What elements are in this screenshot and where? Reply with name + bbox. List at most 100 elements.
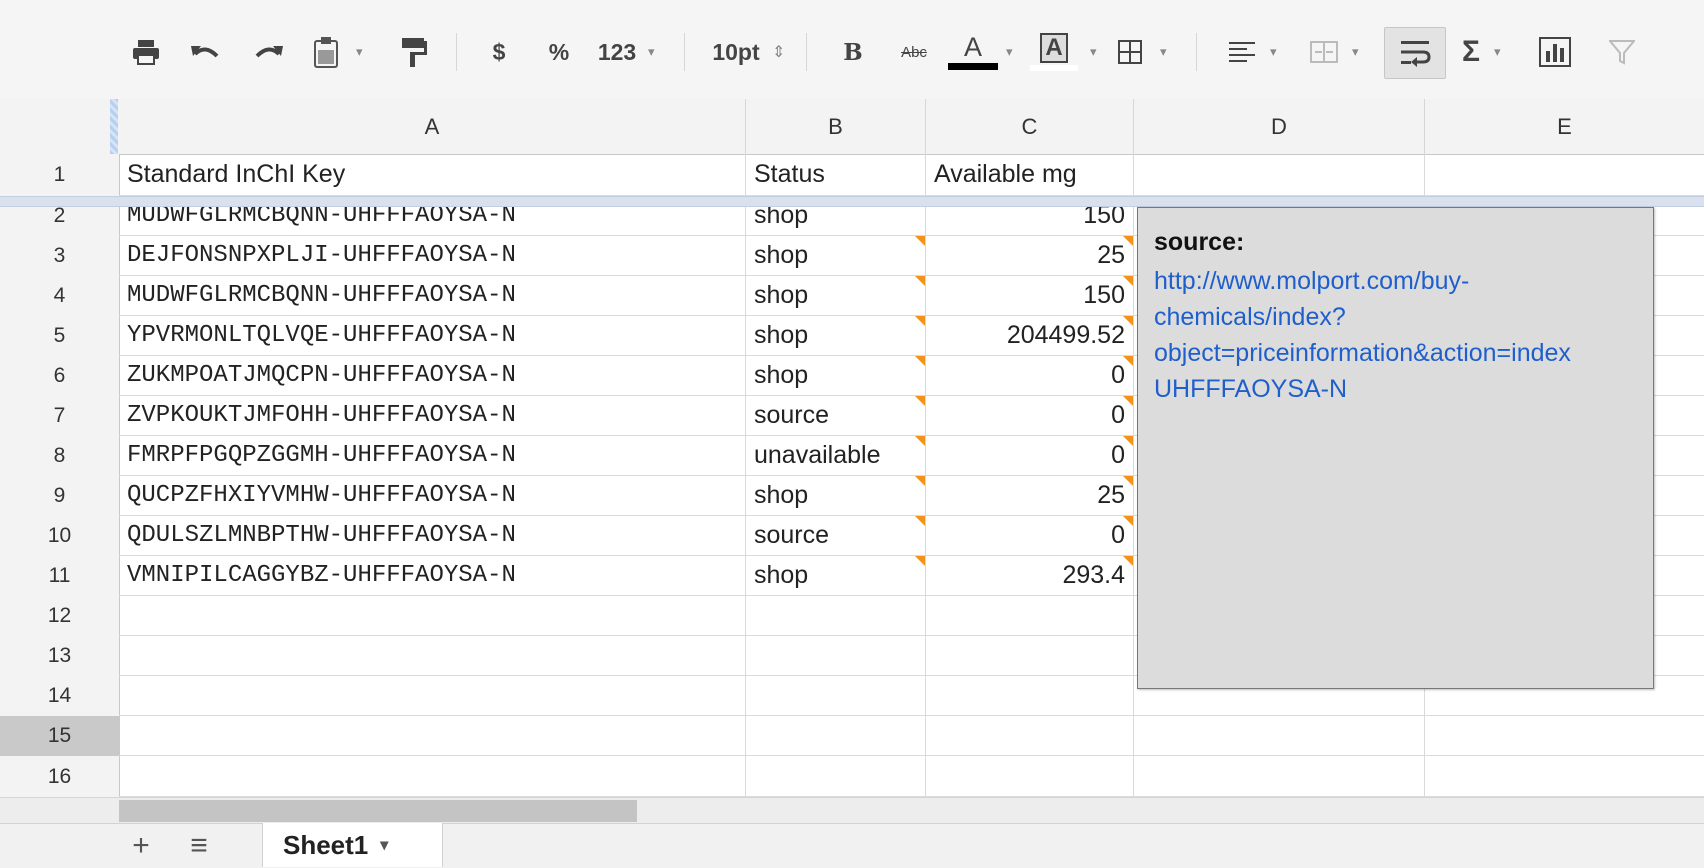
comment-indicator[interactable] <box>915 516 925 526</box>
cell-c15[interactable] <box>926 716 1134 756</box>
align-left-icon[interactable] <box>1222 30 1262 74</box>
borders-caret[interactable]: ▾ <box>1160 44 1167 60</box>
cell-c4[interactable]: 150 <box>926 276 1134 316</box>
cell-a14[interactable] <box>119 676 746 716</box>
row-header-10[interactable]: 10 <box>0 516 120 557</box>
cell-b10[interactable]: source <box>746 516 926 556</box>
row-header-14[interactable]: 14 <box>0 676 120 717</box>
cell-a16[interactable] <box>119 756 746 797</box>
comment-link[interactable]: http://www.molport.com/buy- chemicals/in… <box>1154 263 1653 407</box>
cell-a15[interactable] <box>119 716 746 756</box>
undo-icon[interactable] <box>186 30 226 74</box>
number-format-caret[interactable]: ▾ <box>648 44 655 60</box>
cell-b8[interactable]: unavailable <box>746 436 926 476</box>
cell-b3[interactable]: shop <box>746 236 926 276</box>
row-header-13[interactable]: 13 <box>0 636 120 677</box>
cell-b11[interactable]: shop <box>746 556 926 596</box>
text-color-button[interactable]: A <box>946 30 1000 74</box>
comment-indicator[interactable] <box>1123 436 1133 446</box>
number-format-button[interactable]: 123 <box>592 30 642 74</box>
percent-button[interactable]: % <box>542 30 576 74</box>
cell-a3[interactable]: DEJFONSNPXPLJI-UHFFFAOYSA-N <box>119 236 746 276</box>
cell-b7[interactable]: source <box>746 396 926 436</box>
print-icon[interactable] <box>126 30 166 74</box>
cell-c9[interactable]: 25 <box>926 476 1134 516</box>
cell-a11[interactable]: VMNIPILCAGGYBZ-UHFFFAOYSA-N <box>119 556 746 596</box>
cell-c7[interactable]: 0 <box>926 396 1134 436</box>
comment-indicator[interactable] <box>915 356 925 366</box>
row-header-7[interactable]: 7 <box>0 396 120 437</box>
cell-b13[interactable] <box>746 636 926 676</box>
comment-indicator[interactable] <box>915 396 925 406</box>
comment-indicator[interactable] <box>915 556 925 566</box>
frozen-column-handle[interactable] <box>110 99 118 154</box>
cell-c16[interactable] <box>926 756 1134 797</box>
functions-caret[interactable]: ▾ <box>1494 44 1501 60</box>
row-header-11[interactable]: 11 <box>0 556 120 597</box>
cell-d15[interactable] <box>1134 716 1425 756</box>
frozen-row-handle[interactable] <box>0 196 1704 207</box>
row-header-8[interactable]: 8 <box>0 436 120 477</box>
row-header-6[interactable]: 6 <box>0 356 120 397</box>
column-header-d[interactable]: D <box>1134 99 1425 155</box>
comment-indicator[interactable] <box>1123 396 1133 406</box>
row-header-4[interactable]: 4 <box>0 276 120 317</box>
cell-c10[interactable]: 0 <box>926 516 1134 556</box>
strikethrough-button[interactable]: Abc <box>892 30 936 74</box>
sheet-tab-sheet1[interactable]: Sheet1 ▾ <box>262 823 443 867</box>
cell-b12[interactable] <box>746 596 926 636</box>
cell-a1[interactable]: Standard InChI Key <box>119 154 746 196</box>
comment-indicator[interactable] <box>1123 276 1133 286</box>
currency-button[interactable]: $ <box>484 30 514 74</box>
fill-color-caret[interactable]: ▾ <box>1090 44 1097 60</box>
select-all-corner[interactable] <box>0 99 120 155</box>
comment-indicator[interactable] <box>915 476 925 486</box>
cell-c3[interactable]: 25 <box>926 236 1134 276</box>
column-header-e[interactable]: E <box>1425 99 1704 155</box>
merge-caret[interactable]: ▾ <box>1352 44 1359 60</box>
cell-b6[interactable]: shop <box>746 356 926 396</box>
bold-button[interactable]: B <box>838 30 868 74</box>
sheet-list-button[interactable]: ≡ <box>182 826 216 866</box>
paint-format-icon[interactable] <box>394 30 434 74</box>
row-header-1[interactable]: 1 <box>0 154 120 197</box>
row-header-12[interactable]: 12 <box>0 596 120 637</box>
row-header-15[interactable]: 15 <box>0 716 120 757</box>
cell-a8[interactable]: FMRPFPGQPZGGMH-UHFFFAOYSA-N <box>119 436 746 476</box>
cell-a9[interactable]: QUCPZFHXIYVMHW-UHFFFAOYSA-N <box>119 476 746 516</box>
cell-c6[interactable]: 0 <box>926 356 1134 396</box>
cell-d16[interactable] <box>1134 756 1425 797</box>
cell-c14[interactable] <box>926 676 1134 716</box>
cell-a6[interactable]: ZUKMPOATJMQCPN-UHFFFAOYSA-N <box>119 356 746 396</box>
cell-a12[interactable] <box>119 596 746 636</box>
filter-icon[interactable] <box>1602 30 1642 74</box>
cell-b4[interactable]: shop <box>746 276 926 316</box>
comment-indicator[interactable] <box>915 276 925 286</box>
row-header-16[interactable]: 16 <box>0 756 120 798</box>
add-sheet-button[interactable]: + <box>124 826 158 866</box>
cell-a10[interactable]: QDULSZLMNBPTHW-UHFFFAOYSA-N <box>119 516 746 556</box>
cell-b9[interactable]: shop <box>746 476 926 516</box>
row-header-5[interactable]: 5 <box>0 316 120 357</box>
borders-icon[interactable] <box>1110 30 1150 74</box>
cell-b1[interactable]: Status <box>746 154 926 196</box>
cell-b14[interactable] <box>746 676 926 716</box>
comment-indicator[interactable] <box>915 236 925 246</box>
align-caret[interactable]: ▾ <box>1270 44 1277 60</box>
comment-indicator[interactable] <box>1123 556 1133 566</box>
cell-c12[interactable] <box>926 596 1134 636</box>
comment-indicator[interactable] <box>1123 356 1133 366</box>
row-header-3[interactable]: 3 <box>0 236 120 277</box>
paste-icon[interactable] <box>306 30 346 74</box>
font-size-stepper[interactable]: ⇕ <box>772 42 785 62</box>
cell-c8[interactable]: 0 <box>926 436 1134 476</box>
cell-d1[interactable] <box>1134 154 1425 196</box>
comment-indicator[interactable] <box>915 316 925 326</box>
comment-indicator[interactable] <box>1123 236 1133 246</box>
comment-indicator[interactable] <box>915 436 925 446</box>
cell-e1[interactable] <box>1425 154 1704 196</box>
font-size-button[interactable]: 10pt <box>706 30 766 74</box>
paste-caret[interactable]: ▾ <box>356 44 363 60</box>
cell-b16[interactable] <box>746 756 926 797</box>
cell-e16[interactable] <box>1425 756 1704 797</box>
